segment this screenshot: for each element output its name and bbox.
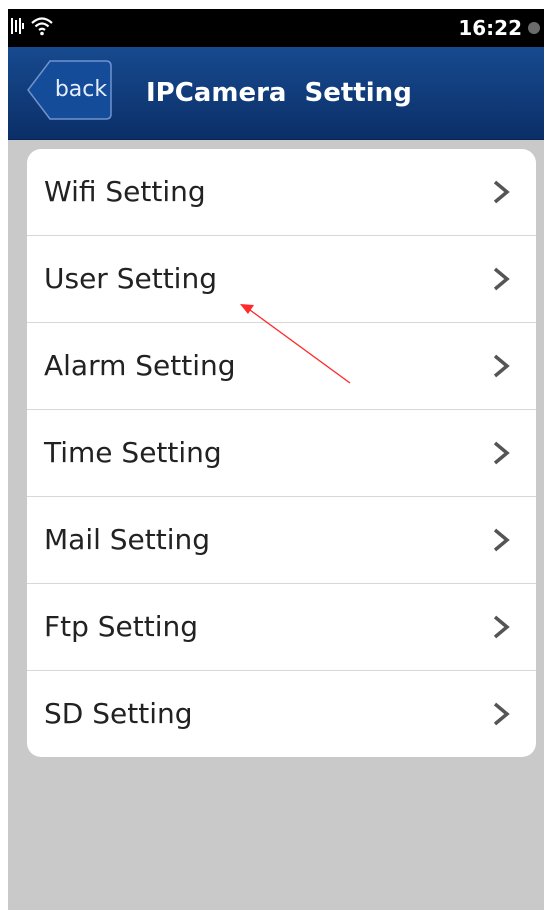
status-icons-left: [10, 15, 54, 41]
status-time: 16:22: [458, 16, 522, 40]
chevron-right-icon: [493, 441, 510, 465]
chevron-right-icon: [493, 528, 510, 552]
page-title: IPCamera Setting: [146, 78, 412, 108]
list-item-label: Ftp Setting: [44, 610, 199, 643]
chevron-right-icon: [493, 267, 510, 291]
list-item-label: Wifi Setting: [44, 175, 206, 208]
notification-dot-icon: [528, 22, 540, 34]
status-icons-right: 16:22: [458, 9, 544, 47]
back-button-label: back: [54, 77, 108, 102]
list-item-label: Mail Setting: [44, 523, 211, 556]
wifi-icon: [30, 15, 54, 41]
chevron-right-icon: [493, 180, 510, 204]
list-item-wifi-setting[interactable]: Wifi Setting: [27, 149, 536, 236]
title-bar: back IPCamera Setting: [8, 47, 544, 140]
chevron-right-icon: [493, 354, 510, 378]
signal-icon: [10, 15, 24, 41]
phone-screen: 16:22 back IPCamera Setting Wifi Setting…: [8, 9, 544, 910]
list-item-ftp-setting[interactable]: Ftp Setting: [27, 584, 536, 671]
back-button[interactable]: back: [26, 60, 112, 120]
list-item-alarm-setting[interactable]: Alarm Setting: [27, 323, 536, 410]
list-item-user-setting[interactable]: User Setting: [27, 236, 536, 323]
list-item-time-setting[interactable]: Time Setting: [27, 410, 536, 497]
chevron-right-icon: [493, 702, 510, 726]
list-item-label: Time Setting: [44, 436, 222, 469]
list-item-label: User Setting: [44, 262, 217, 295]
list-item-sd-setting[interactable]: SD Setting: [27, 671, 536, 757]
chevron-right-icon: [493, 615, 510, 639]
settings-list: Wifi Setting User Setting Alarm Setting …: [27, 149, 536, 757]
list-item-label: Alarm Setting: [44, 349, 236, 382]
status-bar: 16:22: [8, 9, 544, 47]
list-item-label: SD Setting: [44, 697, 193, 730]
list-item-mail-setting[interactable]: Mail Setting: [27, 497, 536, 584]
